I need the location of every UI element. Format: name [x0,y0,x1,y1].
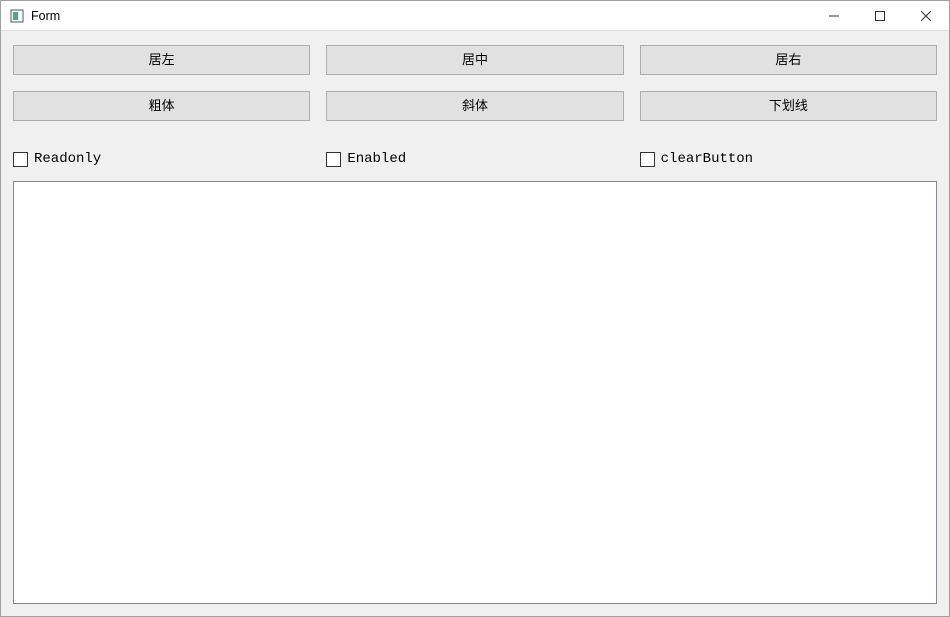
alignment-button-row: 居左 居中 居右 [13,45,937,75]
align-center-button[interactable]: 居中 [326,45,623,75]
text-edit-area[interactable] [13,181,937,604]
clearbutton-checkbox[interactable] [640,152,655,167]
client-area: 居左 居中 居右 粗体 斜体 下划线 Readonly Enabled clea… [1,31,949,616]
titlebar: Form [1,1,949,31]
app-icon [9,8,25,24]
enabled-checkbox[interactable] [326,152,341,167]
maximize-button[interactable] [857,1,903,30]
enabled-checkbox-cell: Enabled [326,151,623,167]
align-right-button[interactable]: 居右 [640,45,937,75]
readonly-checkbox-cell: Readonly [13,151,310,167]
bold-button[interactable]: 粗体 [13,91,310,121]
window-controls [811,1,949,30]
underline-button[interactable]: 下划线 [640,91,937,121]
window-title: Form [31,9,811,23]
align-left-button[interactable]: 居左 [13,45,310,75]
style-button-row: 粗体 斜体 下划线 [13,91,937,121]
clearbutton-label: clearButton [661,151,753,167]
checkbox-row: Readonly Enabled clearButton [13,151,937,167]
readonly-label: Readonly [34,151,101,167]
italic-button[interactable]: 斜体 [326,91,623,121]
close-button[interactable] [903,1,949,30]
minimize-button[interactable] [811,1,857,30]
enabled-label: Enabled [347,151,406,167]
readonly-checkbox[interactable] [13,152,28,167]
clearbutton-checkbox-cell: clearButton [640,151,937,167]
